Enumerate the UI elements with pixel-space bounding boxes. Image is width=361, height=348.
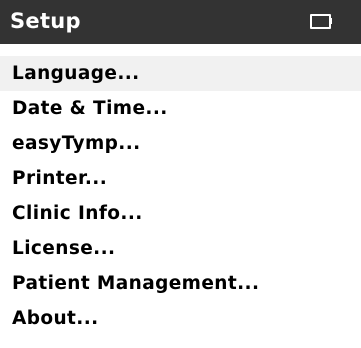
setup-menu: Language... Date & Time... easyTymp... P… bbox=[0, 56, 361, 336]
menu-item-about[interactable]: About... bbox=[0, 301, 361, 336]
menu-item-patient-management[interactable]: Patient Management... bbox=[0, 266, 361, 301]
battery-icon bbox=[310, 14, 332, 29]
screen-title: Setup bbox=[10, 9, 81, 33]
menu-item-language[interactable]: Language... bbox=[0, 56, 361, 91]
menu-item-printer[interactable]: Printer... bbox=[0, 161, 361, 196]
menu-item-clinic-info[interactable]: Clinic Info... bbox=[0, 196, 361, 231]
menu-item-date-time[interactable]: Date & Time... bbox=[0, 91, 361, 126]
menu-item-easytymp[interactable]: easyTymp... bbox=[0, 126, 361, 161]
menu-item-license[interactable]: License... bbox=[0, 231, 361, 266]
title-bar: Setup bbox=[0, 0, 361, 44]
